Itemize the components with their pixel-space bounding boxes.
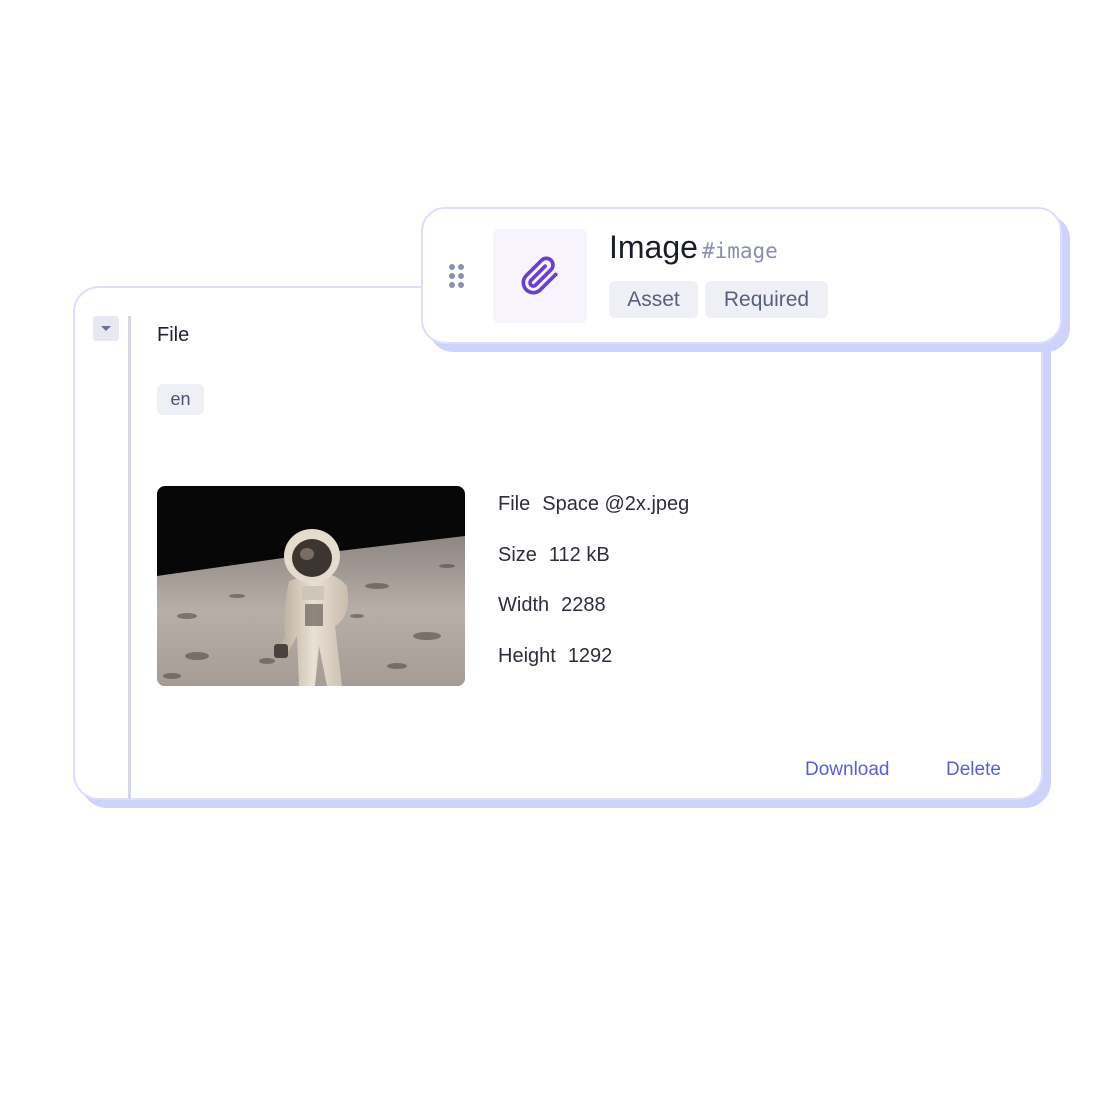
drag-handle-icon[interactable] — [449, 264, 465, 290]
field-type-icon-box — [493, 229, 587, 323]
astronaut-image — [157, 486, 465, 686]
meta-key: File — [498, 493, 531, 515]
meta-value: Space @2x.jpeg — [542, 493, 690, 515]
tag-asset: Asset — [609, 281, 698, 318]
meta-value: 2288 — [561, 594, 606, 616]
delete-button[interactable]: Delete — [946, 759, 1001, 781]
field-api-id: #image — [701, 239, 778, 263]
paperclip-icon — [521, 256, 558, 295]
download-button[interactable]: Download — [805, 759, 890, 781]
collapse-button[interactable] — [93, 316, 119, 341]
locale-badge[interactable]: en — [157, 384, 204, 415]
field-title: Image #image — [609, 229, 778, 266]
meta-key: Width — [498, 594, 550, 616]
asset-meta-size: Size 112 kB — [498, 544, 610, 567]
field-name: Image — [609, 229, 698, 265]
asset-thumbnail[interactable] — [157, 486, 465, 686]
chevron-down-icon — [101, 326, 111, 331]
asset-meta-height: Height 1292 — [498, 645, 612, 668]
field-indent-bar — [128, 316, 131, 799]
field-label: File — [157, 324, 190, 346]
asset-meta-file: File Space @2x.jpeg — [498, 493, 689, 516]
meta-value: 1292 — [567, 645, 613, 667]
meta-key: Size — [498, 544, 537, 566]
asset-meta-width: Width 2288 — [498, 594, 606, 617]
meta-value: 112 kB — [548, 544, 610, 566]
tag-required: Required — [705, 281, 828, 318]
meta-key: Height — [498, 645, 556, 667]
